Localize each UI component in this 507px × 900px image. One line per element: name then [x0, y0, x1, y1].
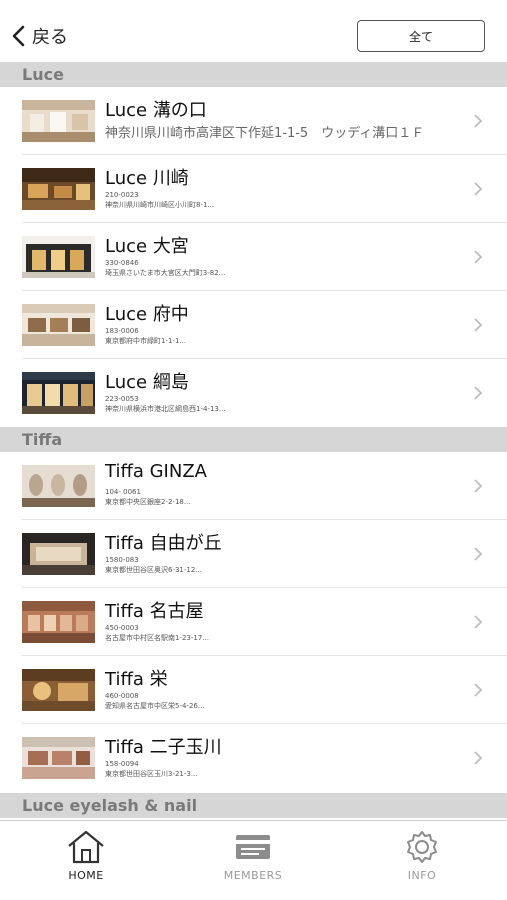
chevron-right-icon	[474, 683, 483, 697]
store-row[interactable]: Luce 綱島 223-0053 神奈川県横浜市港北区綱島西1-4-13...	[0, 359, 507, 427]
section-header-tiffa: Tiffa	[0, 427, 507, 452]
store-name: Luce 綱島	[105, 372, 189, 393]
store-row[interactable]: Tiffa 名古屋 450-0003 名古屋市中村区名駅南1-23-17...	[0, 588, 507, 656]
store-thumbnail	[22, 737, 95, 779]
store-zip: 104- 0061	[105, 488, 141, 496]
store-zip: 450-0003	[105, 624, 139, 632]
store-name: Tiffa 自由が丘	[105, 533, 222, 554]
store-thumbnail	[22, 669, 95, 711]
back-label: 戻る	[32, 27, 68, 48]
store-thumbnail	[22, 372, 95, 414]
chevron-right-icon	[474, 114, 483, 128]
navigation-bar: 戻る 全て	[0, 0, 507, 62]
chevron-right-icon	[474, 318, 483, 332]
chevron-right-icon	[474, 547, 483, 561]
tab-members-label: MEMBERS	[223, 869, 283, 882]
section-header-luce: Luce	[0, 62, 507, 87]
store-row[interactable]: Luce 溝の口 神奈川県川崎市高津区下作延1-1-5 ウッディ溝口１Ｆ	[0, 87, 507, 155]
tab-info-label: INFO	[407, 869, 437, 882]
store-row[interactable]: Tiffa 二子玉川 158-0094 東京都世田谷区玉川3-21-3...	[0, 724, 507, 792]
store-address: 東京都世田谷区玉川3-21-3...	[105, 770, 198, 778]
store-thumbnail	[22, 168, 95, 210]
chevron-right-icon	[474, 479, 483, 493]
gear-icon	[407, 831, 437, 863]
store-address: 神奈川県川崎市高津区下作延1-1-5 ウッディ溝口１Ｆ	[105, 126, 425, 141]
store-name: Luce 府中	[105, 304, 189, 325]
store-address: 名古屋市中村区名駅南1-23-17...	[105, 634, 209, 642]
store-zip: 460-0008	[105, 692, 139, 700]
store-zip: 223-0053	[105, 395, 139, 403]
members-card-icon	[236, 835, 270, 859]
store-name: Luce 川崎	[105, 168, 189, 189]
chevron-right-icon	[474, 386, 483, 400]
store-address: 東京都中央区銀座2-2-18...	[105, 498, 191, 506]
home-icon	[68, 830, 104, 864]
store-address: 神奈川県川崎市川崎区小川町8-1...	[105, 201, 215, 209]
store-thumbnail	[22, 601, 95, 643]
store-zip: 183-0006	[105, 327, 139, 335]
store-thumbnail	[22, 100, 95, 142]
chevron-right-icon	[474, 182, 483, 196]
show-all-button[interactable]: 全て	[357, 20, 485, 52]
store-zip: 210-0023	[105, 191, 139, 199]
tab-home[interactable]: HOME	[36, 827, 136, 887]
chevron-right-icon	[474, 250, 483, 264]
store-row[interactable]: Tiffa 栄 460-0008 愛知県名古屋市中区栄5-4-26...	[0, 656, 507, 724]
store-name: Tiffa 栄	[105, 669, 168, 690]
store-address: 東京都府中市緑町1-1-1...	[105, 337, 187, 345]
section-header-luce-eyelash-nail: Luce eyelash & nail	[0, 793, 507, 818]
store-row[interactable]: Tiffa 自由が丘 1580-083 東京都世田谷区奥沢6-31-12...	[0, 520, 507, 588]
store-name: Luce 溝の口	[105, 100, 207, 121]
store-row[interactable]: Luce 府中 183-0006 東京都府中市緑町1-1-1...	[0, 291, 507, 359]
tab-home-label: HOME	[68, 869, 104, 882]
tab-members[interactable]: MEMBERS	[203, 827, 303, 887]
store-address: 埼玉県さいたま市大宮区大門町3-82...	[105, 269, 226, 277]
store-zip: 1580-083	[105, 556, 139, 564]
store-address: 愛知県名古屋市中区栄5-4-26...	[105, 702, 205, 710]
store-thumbnail	[22, 465, 95, 507]
chevron-right-icon	[474, 751, 483, 765]
store-thumbnail	[22, 533, 95, 575]
store-zip: 158-0094	[105, 760, 139, 768]
store-address: 神奈川県横浜市港北区綱島西1-4-13...	[105, 405, 226, 413]
tab-bar: HOME MEMBERS INFO	[0, 820, 507, 900]
store-name: Luce 大宮	[105, 236, 189, 257]
back-button[interactable]: 戻る	[10, 20, 68, 52]
chevron-right-icon	[474, 615, 483, 629]
store-name: Tiffa 名古屋	[105, 601, 204, 622]
store-thumbnail	[22, 236, 95, 278]
tab-info[interactable]: INFO	[372, 827, 472, 887]
store-row[interactable]: Luce 川崎 210-0023 神奈川県川崎市川崎区小川町8-1...	[0, 155, 507, 223]
store-name: Tiffa 二子玉川	[105, 737, 222, 758]
store-name: Tiffa GINZA	[105, 461, 207, 482]
store-row[interactable]: Tiffa GINZA 104- 0061 東京都中央区銀座2-2-18...	[0, 452, 507, 520]
store-zip: 330-0846	[105, 259, 139, 267]
store-row[interactable]: Luce 大宮 330-0846 埼玉県さいたま市大宮区大門町3-82...	[0, 223, 507, 291]
store-thumbnail	[22, 304, 95, 346]
store-address: 東京都世田谷区奥沢6-31-12...	[105, 566, 202, 574]
chevron-left-icon	[12, 25, 25, 47]
